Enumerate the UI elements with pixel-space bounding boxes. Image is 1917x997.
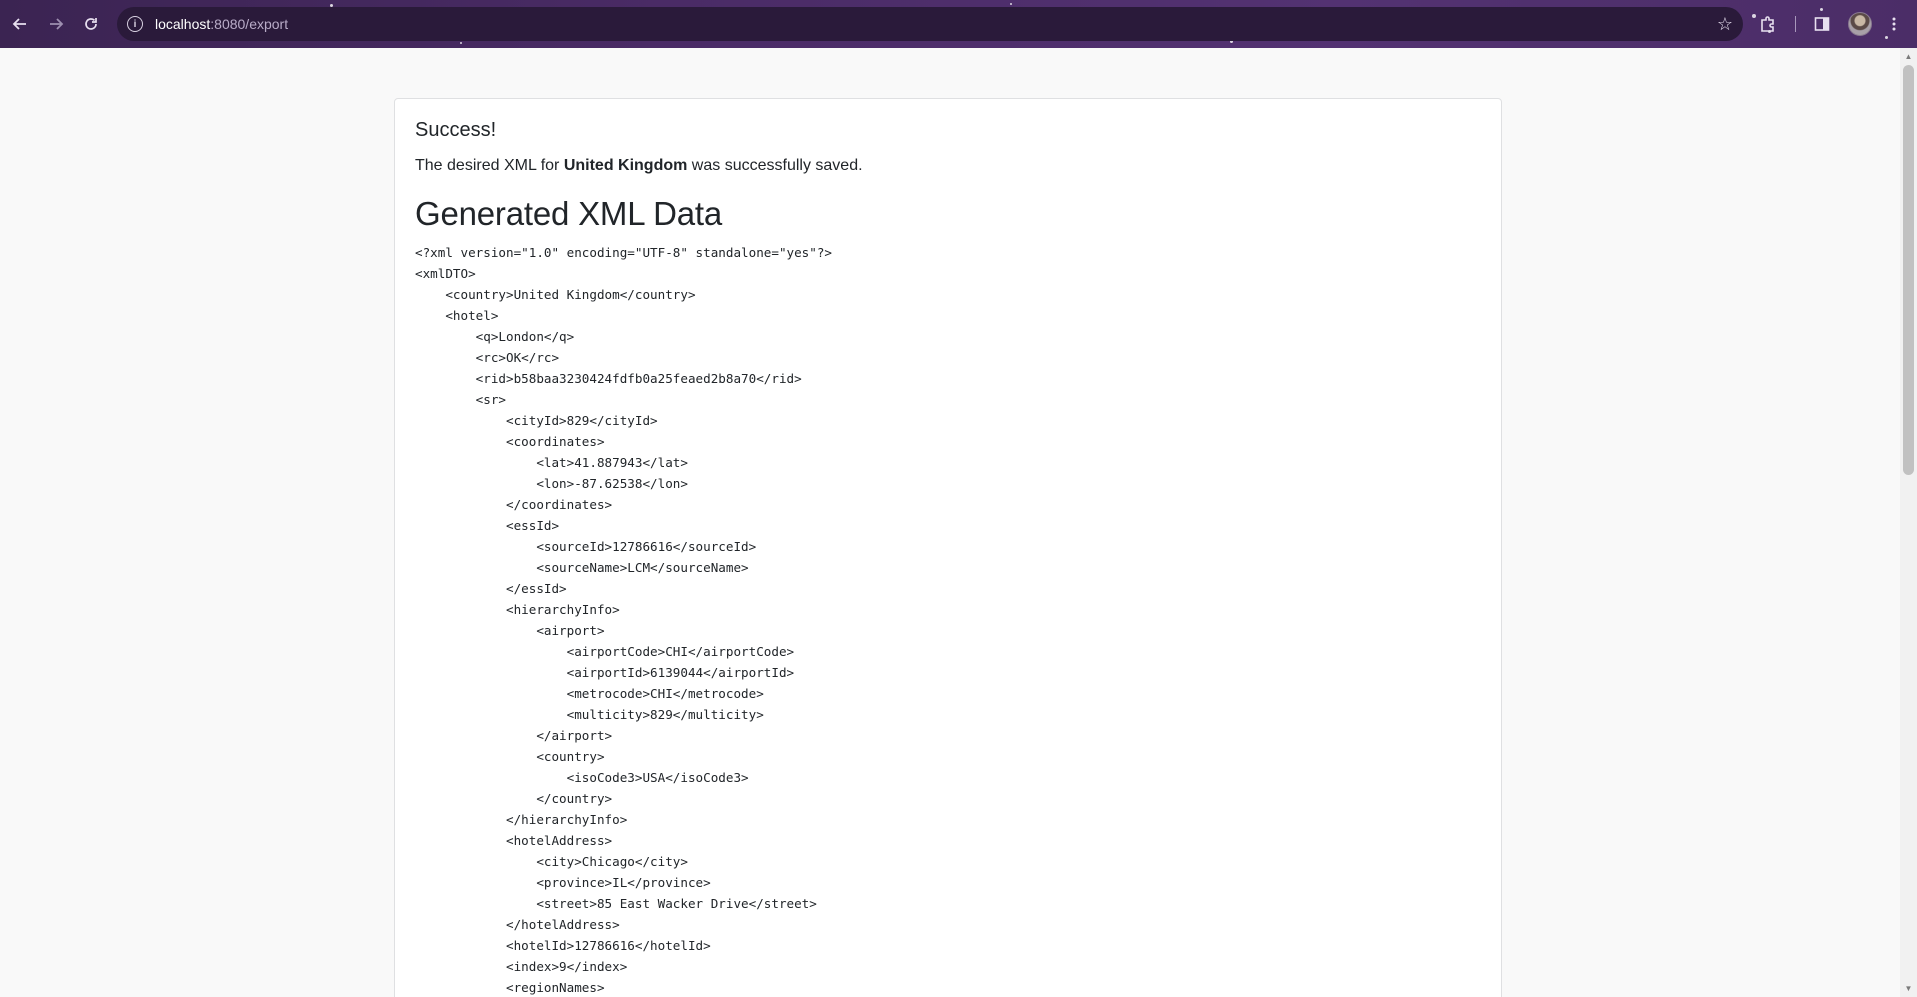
xml-line: <lat>41.887943</lat> <box>415 455 688 470</box>
back-button[interactable] <box>6 10 34 38</box>
xml-line: <?xml version="1.0" encoding="UTF-8" sta… <box>415 245 833 260</box>
xml-line: <coordinates> <box>415 434 605 449</box>
toolbar-separator <box>1795 16 1796 32</box>
xml-line: <essId> <box>415 518 560 533</box>
url-text[interactable]: localhost:8080/export <box>155 16 288 32</box>
address-bar[interactable]: i localhost:8080/export ☆ <box>117 7 1743 41</box>
more-vert-icon <box>1892 17 1896 31</box>
arrow-right-icon <box>50 18 64 30</box>
message-suffix: was successfully saved. <box>687 157 863 174</box>
message-prefix: The desired XML for <box>415 157 564 174</box>
menu-button[interactable] <box>1880 10 1908 38</box>
xml-line: <hotelId>12786616</hotelId> <box>415 938 711 953</box>
xml-line: <multicity>829</multicity> <box>415 707 764 722</box>
success-title: Success! <box>415 119 497 141</box>
page-scrollbar[interactable]: ▲ ▼ <box>1900 48 1917 997</box>
xml-line: <isoCode3>USA</isoCode3> <box>415 770 749 785</box>
xml-line: <province>IL</province> <box>415 875 711 890</box>
extensions-button[interactable] <box>1754 10 1782 38</box>
xml-line: </airport> <box>415 728 613 743</box>
xml-line: <xmlDTO> <box>415 266 476 281</box>
scroll-thumb[interactable] <box>1903 65 1914 475</box>
xml-line: <regionNames> <box>415 980 605 995</box>
xml-line: <sourceId>12786616</sourceId> <box>415 539 757 554</box>
xml-line: </country> <box>415 791 613 806</box>
xml-line: <city>Chicago</city> <box>415 854 688 869</box>
xml-line: <cityId>829</cityId> <box>415 413 658 428</box>
puzzle-icon <box>1761 16 1774 32</box>
xml-line: <q>London</q> <box>415 329 575 344</box>
xml-line: </essId> <box>415 581 567 596</box>
profile-avatar[interactable] <box>1848 12 1872 36</box>
arrow-left-icon <box>12 18 26 30</box>
xml-line: <lon>-87.62538</lon> <box>415 476 688 491</box>
xml-line: <metrocode>CHI</metrocode> <box>415 686 764 701</box>
xml-line: <airport> <box>415 623 605 638</box>
message-country: United Kingdom <box>563 157 688 174</box>
section-title: Generated XML Data <box>415 195 723 232</box>
xml-line: <index>9</index> <box>415 959 628 974</box>
xml-line: <hierarchyInfo> <box>415 602 620 617</box>
page-content: Success! The desired XML for United King… <box>0 48 1900 997</box>
xml-line: <hotelAddress> <box>415 833 613 848</box>
xml-line: <airportCode>CHI</airportCode> <box>415 644 795 659</box>
scroll-up-arrow-icon[interactable]: ▲ <box>1900 48 1917 65</box>
reload-icon <box>85 18 97 30</box>
browser-toolbar: i localhost:8080/export ☆ <box>0 0 1917 48</box>
xml-line: <airportId>6139044</airportId> <box>415 665 795 680</box>
reload-button[interactable] <box>77 10 105 38</box>
url-host: localhost <box>155 16 211 32</box>
forward-button[interactable] <box>42 10 70 38</box>
xml-line: <street>85 East Wacker Drive</street> <box>415 896 817 911</box>
xml-line: <country>United Kingdom</country> <box>415 287 696 302</box>
xml-line: <rid>b58baa3230424fdfb0a25feaed2b8a70</r… <box>415 371 802 386</box>
xml-line: <rc>OK</rc> <box>415 350 560 365</box>
xml-line: <country> <box>415 749 605 764</box>
xml-line: </hotelAddress> <box>415 917 620 932</box>
xml-line: </coordinates> <box>415 497 613 512</box>
bookmark-star-icon[interactable]: ☆ <box>1717 14 1733 35</box>
success-message: The desired XML for United Kingdom was s… <box>415 157 863 175</box>
xml-line: <sr> <box>415 392 506 407</box>
scroll-down-arrow-icon[interactable]: ▼ <box>1900 980 1917 997</box>
side-panel-button[interactable] <box>1808 10 1836 38</box>
xml-line: <hotel> <box>415 308 499 323</box>
side-panel-icon <box>1814 17 1830 31</box>
xml-line: <sourceName>LCM</sourceName> <box>415 560 749 575</box>
site-info-icon[interactable]: i <box>127 16 143 32</box>
result-card: Success! The desired XML for United King… <box>394 98 1502 997</box>
xml-line: </hierarchyInfo> <box>415 812 628 827</box>
url-path: :8080/export <box>210 16 289 32</box>
xml-code-block: <?xml version="1.0" encoding="UTF-8" sta… <box>415 242 832 997</box>
